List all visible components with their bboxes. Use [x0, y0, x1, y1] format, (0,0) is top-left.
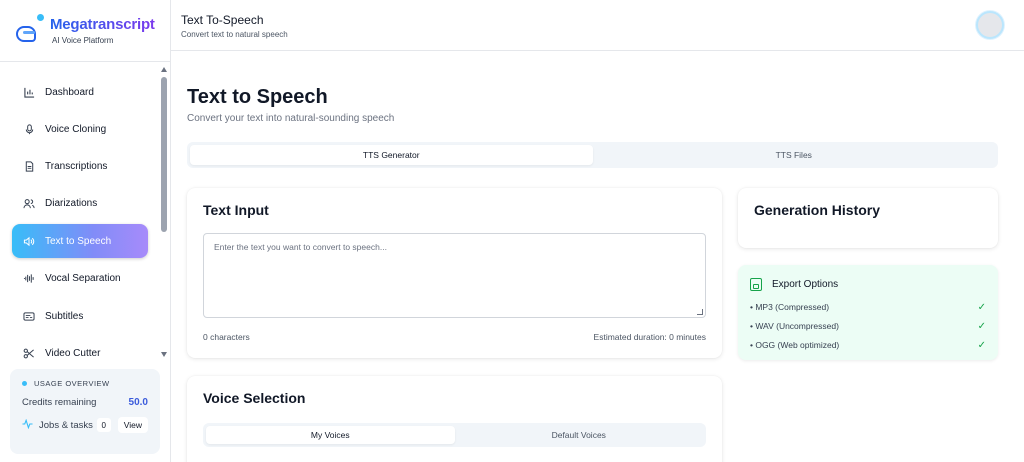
sidebar-nav: Dashboard Voice Cloning Transcriptions D… [0, 63, 171, 363]
microphone-icon [22, 122, 36, 136]
scissors-icon [22, 346, 36, 360]
sidebar-item-voice-cloning[interactable]: Voice Cloning [12, 112, 148, 146]
brand-name: Megatranscript [50, 16, 155, 33]
credits-value: 50.0 [128, 397, 148, 408]
tab-tts-files[interactable]: TTS Files [593, 145, 996, 165]
export-options-title: Export Options [772, 279, 839, 290]
sidebar-item-video-cutter[interactable]: Video Cutter [12, 336, 148, 363]
sidebar-item-label: Text to Speech [45, 235, 112, 247]
character-count: 0 characters [203, 332, 250, 342]
brand-tagline: AI Voice Platform [52, 36, 114, 45]
credits-row: Credits remaining 50.0 [22, 397, 148, 408]
usage-overview-title: USAGE OVERVIEW [22, 379, 148, 388]
sidebar-item-diarizations[interactable]: Diarizations [12, 186, 148, 220]
export-options-header: Export Options [750, 278, 838, 291]
voice-tabs: My Voices Default Voices [203, 423, 706, 447]
text-input-textarea[interactable] [203, 233, 706, 318]
document-icon [22, 159, 36, 173]
sidebar-item-label: Vocal Separation [45, 272, 121, 284]
export-option-item: • MP3 (Compressed) ✓ [750, 302, 986, 313]
jobs-count-badge: 0 [96, 418, 111, 432]
sidebar-item-label: Subtitles [45, 310, 84, 322]
sidebar-item-label: Voice Cloning [45, 123, 107, 135]
voice-selection-card: Voice Selection My Voices Default Voices [187, 376, 722, 462]
usage-overview-panel: USAGE OVERVIEW Credits remaining 50.0 Jo… [10, 369, 160, 454]
activity-icon [22, 418, 33, 432]
sidebar-item-label: Video Cutter [45, 347, 101, 359]
header-title: Text To-Speech [181, 13, 264, 27]
credits-label: Credits remaining [22, 397, 97, 408]
scroll-up-arrow-icon[interactable] [161, 67, 167, 72]
resize-handle-icon[interactable] [697, 309, 703, 315]
tab-my-voices[interactable]: My Voices [206, 426, 455, 444]
main-content: Text to Speech Convert your text into na… [171, 51, 1024, 462]
sidebar-item-transcriptions[interactable]: Transcriptions [12, 149, 148, 183]
estimated-duration: Estimated duration: 0 minutes [593, 332, 706, 342]
tab-tts-generator[interactable]: TTS Generator [190, 145, 593, 165]
check-icon: ✓ [977, 321, 986, 332]
export-option-item: • OGG (Web optimized) ✓ [750, 340, 986, 351]
generation-history-card: Generation History [738, 188, 998, 248]
voice-selection-title: Voice Selection [203, 390, 306, 406]
text-input-card: Text Input 0 characters Estimated durati… [187, 188, 722, 358]
scrollbar-thumb[interactable] [161, 77, 167, 232]
sidebar-item-label: Dashboard [45, 86, 94, 98]
sidebar-scrollbar[interactable] [159, 63, 169, 359]
speaker-icon [22, 234, 36, 248]
logo-icon [14, 13, 48, 48]
sidebar-item-dashboard[interactable]: Dashboard [12, 75, 148, 109]
tts-tabs: TTS Generator TTS Files [187, 142, 998, 168]
top-header: Text To-Speech Convert text to natural s… [171, 0, 1024, 51]
jobs-label: Jobs & tasks [39, 419, 93, 431]
status-dot-icon [22, 381, 27, 386]
check-icon: ✓ [977, 302, 986, 313]
sidebar-item-label: Diarizations [45, 197, 98, 209]
sidebar-item-vocal-separation[interactable]: Vocal Separation [12, 261, 148, 295]
sidebar-item-text-to-speech[interactable]: Text to Speech [12, 224, 148, 258]
users-icon [22, 196, 36, 210]
sidebar-item-label: Transcriptions [45, 160, 108, 172]
page-title: Text to Speech [187, 86, 328, 108]
waveform-icon [22, 271, 36, 285]
file-export-icon [750, 278, 762, 291]
export-option-item: • WAV (Uncompressed) ✓ [750, 321, 986, 332]
brand[interactable]: Megatranscript AI Voice Platform [0, 0, 170, 62]
check-icon: ✓ [977, 340, 986, 351]
export-options-panel: Export Options • MP3 (Compressed) ✓ • WA… [738, 265, 998, 360]
tab-default-voices[interactable]: Default Voices [455, 426, 704, 444]
subtitles-icon [22, 309, 36, 323]
sidebar: Megatranscript AI Voice Platform Dashboa… [0, 0, 171, 462]
sidebar-item-subtitles[interactable]: Subtitles [12, 299, 148, 333]
view-jobs-button[interactable]: View [117, 417, 148, 433]
avatar[interactable] [976, 11, 1004, 39]
header-subtitle: Convert text to natural speech [181, 30, 288, 39]
text-input-title: Text Input [203, 202, 269, 218]
scroll-down-arrow-icon[interactable] [161, 352, 167, 357]
jobs-row: Jobs & tasks 0 View [22, 417, 148, 433]
bar-chart-icon [22, 85, 36, 99]
page-subtitle: Convert your text into natural-sounding … [187, 113, 395, 124]
generation-history-title: Generation History [754, 202, 881, 218]
